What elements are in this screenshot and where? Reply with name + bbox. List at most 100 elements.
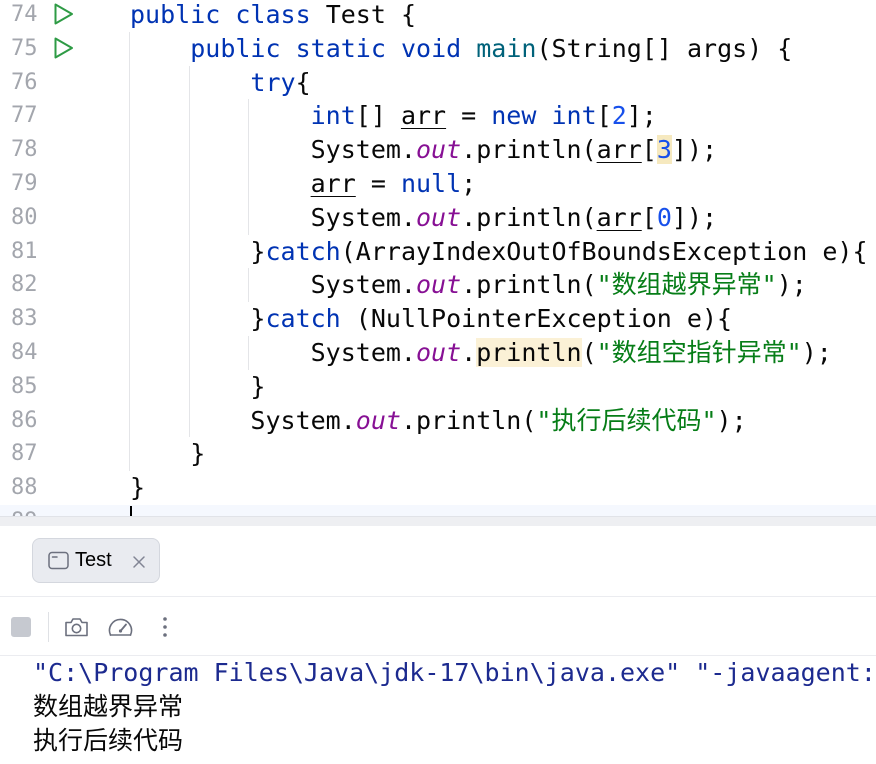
code-content: public static void main(String[] args) { [130,32,792,66]
line-number: 89 [11,505,41,516]
close-icon[interactable] [132,554,146,568]
keyword-token: public [130,0,221,29]
line-number: 84 [11,339,38,365]
code-editor[interactable]: 74 public class Test {75 public static vo… [0,0,876,516]
keyword-token: int [310,101,356,131]
line-number: 74 [11,2,38,27]
more-vertical-icon[interactable] [160,615,170,639]
code-line[interactable]: 76 try{ [0,66,876,100]
code-content: } [130,370,265,404]
text-caret [130,505,132,516]
code-text: (ArrayIndexOutOfBoundsException e){ [340,236,868,266]
number-literal: 3 [656,135,672,165]
divider [0,596,876,597]
static-field-token: out [415,337,462,367]
code-text: (String[] args) { [536,33,793,63]
camera-icon[interactable] [63,615,90,639]
method-name-token: main [476,33,537,63]
code-text: Test { [310,0,416,29]
console-line: 执行后续代码 [33,726,184,755]
tab-test[interactable]: Test [32,538,160,583]
code-text: [ [641,135,657,165]
code-content: } [130,437,205,471]
run-icon[interactable] [51,2,75,26]
code-text: ]; [626,101,657,131]
code-content: int[] arr = new int[2]; [130,99,657,133]
line-number: 87 [11,441,38,467]
code-lines: 74 public class Test {75 public static vo… [0,0,876,516]
code-text: = [446,101,492,131]
code-line[interactable]: 85 } [0,370,876,404]
number-literal: 0 [656,202,672,232]
code-content: System.out.println(arr[3]); [130,133,717,167]
line-number: 82 [11,272,38,298]
code-line[interactable]: 88} [0,471,876,505]
run-icon[interactable] [51,36,75,60]
code-line[interactable]: 81 }catch(ArrayIndexOutOfBoundsException… [0,235,876,269]
code-text: ); [716,405,747,435]
code-line[interactable]: 78 System.out.println(arr[3]); [0,133,876,167]
code-line[interactable]: 83 }catch (NullPointerException e){ [0,302,876,336]
console-output[interactable]: "C:\Program Files\Java\jdk-17\bin\java.e… [0,656,876,764]
keyword-token: class [235,0,311,29]
code-text: .println( [461,135,597,165]
string-literal: "执行后续代码" [536,405,717,435]
line-number: 78 [11,137,38,163]
code-text: arr [400,101,447,131]
keyword-token: try [250,67,296,97]
code-content: }catch (NullPointerException e){ [130,302,732,336]
keyword-token: catch [265,304,341,334]
code-content: } [130,471,145,505]
code-line[interactable]: 82 System.out.println("数组越界异常"); [0,268,876,302]
keyword-token: static [295,33,386,63]
code-text: System. [130,135,416,165]
string-literal: "数组空指针异常" [596,337,802,367]
code-content: System.out.println("数组越界异常"); [130,268,807,302]
code-text: ]); [671,135,718,165]
code-text: } [130,439,206,469]
panel-splitter[interactable] [0,516,876,526]
code-text: } [130,236,266,266]
keyword-token: catch [265,236,341,266]
keyword-token: public [190,33,281,63]
code-text: } [130,473,146,503]
code-text: System. [130,270,416,300]
line-number: 79 [11,170,38,196]
code-text: ]); [671,202,718,232]
code-text: System. [130,337,416,367]
code-content: System.out.println("数组空指针异常"); [130,336,832,370]
code-line[interactable]: 89 [0,504,876,516]
code-text: . [461,337,477,367]
static-field-token: out [415,270,462,300]
code-line[interactable]: 77 int[] arr = new int[2]; [0,99,876,133]
code-content: public class Test { [130,0,416,32]
gauge-icon[interactable] [106,615,135,640]
number-literal: 2 [611,101,627,131]
line-number: 88 [11,475,38,501]
code-line[interactable]: 86 System.out.println("执行后续代码"); [0,404,876,438]
keyword-token: null [400,168,462,198]
line-number: 80 [11,204,38,230]
code-text: = [355,168,401,198]
code-text: println [476,337,582,367]
code-line[interactable]: 80 System.out.println(arr[0]); [0,201,876,235]
code-text: arr [310,168,356,198]
code-content: try{ [130,66,310,100]
code-text: arr [596,202,642,232]
line-number: 86 [11,407,38,433]
code-line[interactable]: 74 public class Test { [0,0,876,32]
code-line[interactable]: 75 public static void main(String[] args… [0,32,876,66]
code-text: [ [641,202,657,232]
code-line[interactable]: 79 arr = null; [0,167,876,201]
code-line[interactable]: 87 } [0,437,876,471]
keyword-token: int [551,101,597,131]
code-line[interactable]: 84 System.out.println("数组空指针异常"); [0,336,876,370]
stop-icon[interactable] [11,617,31,637]
